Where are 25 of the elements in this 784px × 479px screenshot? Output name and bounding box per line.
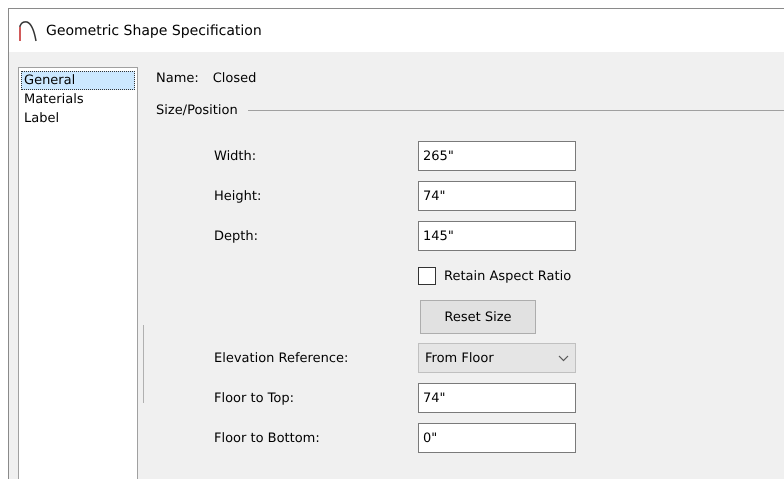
window-title: Geometric Shape Specification bbox=[46, 22, 262, 38]
arc-icon bbox=[18, 20, 38, 42]
input-field[interactable]: 74" bbox=[418, 181, 576, 211]
field-label: Floor to Top: bbox=[214, 390, 295, 406]
checkbox-label: Retain Aspect Ratio bbox=[444, 268, 572, 284]
reset-size-button[interactable]: Reset Size bbox=[420, 300, 536, 334]
field-label: Elevation Reference: bbox=[214, 350, 350, 366]
field-label: Floor to Bottom: bbox=[214, 430, 321, 446]
chevron-down-icon bbox=[558, 354, 569, 362]
field-label: Width: bbox=[214, 148, 258, 164]
sidebar-item[interactable]: Materials bbox=[21, 90, 135, 109]
input-field[interactable]: 145" bbox=[418, 221, 576, 251]
splitter-handle[interactable] bbox=[142, 325, 144, 403]
field-label: Height: bbox=[214, 188, 262, 204]
sidebar-item[interactable]: Label bbox=[21, 109, 135, 128]
checkbox[interactable] bbox=[418, 267, 436, 285]
name-label: Name: bbox=[156, 70, 199, 86]
section-title: Size/Position bbox=[156, 102, 238, 118]
input-field[interactable]: 265" bbox=[418, 141, 576, 171]
name-value: Closed bbox=[212, 70, 256, 86]
sidebar-item[interactable]: General bbox=[21, 71, 135, 90]
input-field[interactable]: 0" bbox=[418, 423, 576, 453]
field-label: Depth: bbox=[214, 228, 259, 244]
dropdown[interactable]: From Floor bbox=[418, 343, 576, 373]
input-field[interactable]: 74" bbox=[418, 383, 576, 413]
